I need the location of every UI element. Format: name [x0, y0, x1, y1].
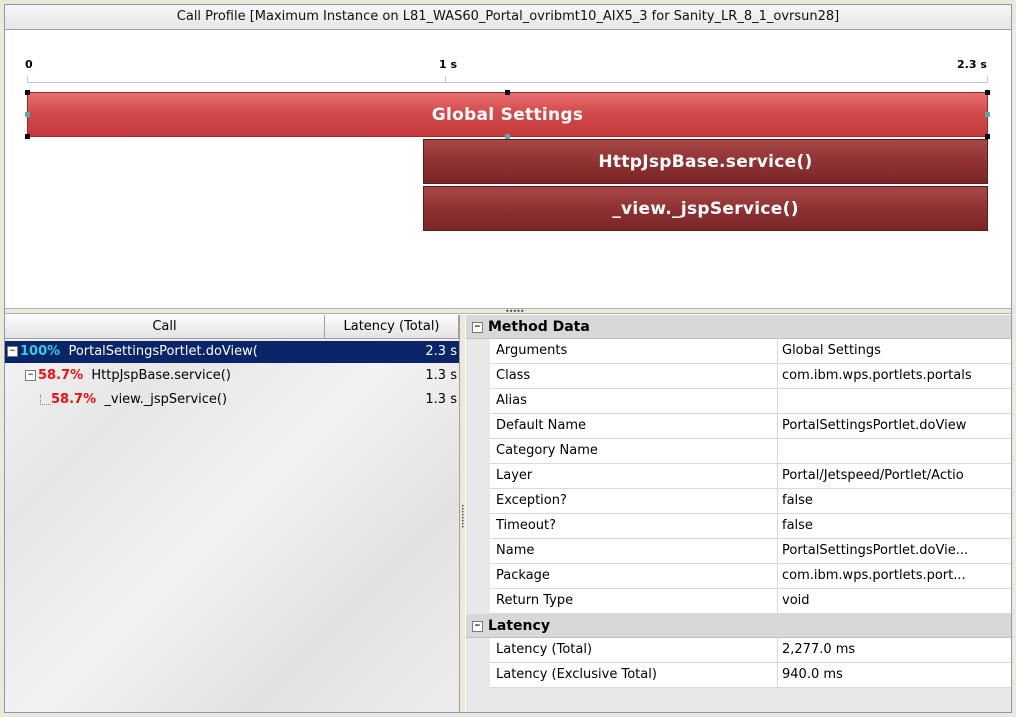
tree-row-name: _view._jspService(): [104, 392, 228, 407]
selection-handle[interactable]: [25, 112, 30, 117]
tree-row-latency: 1.3 s: [425, 392, 457, 407]
axis-mark-end: [987, 76, 988, 83]
column-header-call[interactable]: Call: [5, 315, 325, 339]
tree-row[interactable]: 58.7% _view._jspService() 1.3 s: [5, 389, 459, 411]
property-name: Arguments: [490, 339, 778, 364]
call-tree-panel: Call Latency (Total) −100% PortalSetting…: [5, 315, 460, 712]
property-value[interactable]: 2,277.0 ms: [778, 638, 1011, 663]
property-value[interactable]: [778, 389, 1011, 414]
property-row[interactable]: Layer Portal/Jetspeed/Portlet/Actio: [466, 464, 1011, 489]
property-row[interactable]: Class com.ibm.wps.portlets.portals: [466, 364, 1011, 389]
collapse-icon[interactable]: −: [472, 620, 483, 632]
property-value[interactable]: [778, 439, 1011, 464]
category-label: Latency: [488, 618, 550, 634]
collapse-icon[interactable]: −: [472, 321, 483, 333]
column-header-latency[interactable]: Latency (Total): [325, 315, 459, 339]
selection-handle[interactable]: [985, 112, 990, 117]
property-value[interactable]: com.ibm.wps.portlets.portals: [778, 364, 1011, 389]
property-value[interactable]: Portal/Jetspeed/Portlet/Actio: [778, 464, 1011, 489]
tree-row-latency: 1.3 s: [425, 368, 457, 383]
property-value[interactable]: false: [778, 489, 1011, 514]
property-name: Latency (Exclusive Total): [490, 663, 778, 688]
tick-label-middle: 1 s: [439, 58, 458, 71]
selection-handle[interactable]: [985, 90, 990, 95]
property-value[interactable]: PortalSettingsPortlet.doVie...: [778, 539, 1011, 564]
vertical-splitter[interactable]: • • • • • • • •: [460, 315, 465, 712]
axis-mark-middle: [445, 76, 446, 83]
property-value[interactable]: 940.0 ms: [778, 663, 1011, 688]
property-name: Exception?: [490, 489, 778, 514]
category-method-data[interactable]: − Method Data: [466, 315, 1011, 339]
property-row[interactable]: Package com.ibm.wps.portlets.port...: [466, 564, 1011, 589]
splitter-grip-icon: • • • • • • • •: [461, 503, 465, 531]
property-row[interactable]: Arguments Global Settings: [466, 339, 1011, 364]
tree-row-percent: 58.7%: [51, 392, 97, 407]
selection-handle[interactable]: [25, 134, 30, 139]
property-row[interactable]: Timeout? false: [466, 514, 1011, 539]
selection-handle[interactable]: [505, 90, 510, 95]
tree-connector: [40, 394, 51, 405]
collapse-icon[interactable]: −: [25, 370, 36, 381]
property-row[interactable]: Category Name: [466, 439, 1011, 464]
property-name: Latency (Total): [490, 638, 778, 663]
property-name: Default Name: [490, 414, 778, 439]
property-value[interactable]: false: [778, 514, 1011, 539]
properties-grid: − Method Data Arguments Global Settings Cl…: [466, 315, 1011, 712]
tree-row-percent: 58.7%: [38, 368, 84, 383]
window-title: Call Profile [Maximum Instance on L81_WA…: [5, 5, 1011, 30]
property-name: Category Name: [490, 439, 778, 464]
selection-handle[interactable]: [25, 90, 30, 95]
tree-row-name: HttpJspBase.service(): [91, 368, 231, 383]
property-row[interactable]: Return Type void: [466, 589, 1011, 614]
property-name: Timeout?: [490, 514, 778, 539]
tree-row[interactable]: −58.7% HttpJspBase.service() 1.3 s: [5, 365, 459, 387]
property-name: Name: [490, 539, 778, 564]
property-row[interactable]: Exception? false: [466, 489, 1011, 514]
property-name: Class: [490, 364, 778, 389]
timeline-panel[interactable]: 0 1 s 2.3 s Global Settings HttpJspBase.…: [5, 30, 1011, 308]
tree-row[interactable]: −100% PortalSettingsPortlet.doView( 2.3 …: [5, 341, 459, 363]
property-row[interactable]: Latency (Total) 2,277.0 ms: [466, 638, 1011, 663]
timeline-axis: [27, 82, 987, 83]
tree-row-latency: 2.3 s: [425, 344, 457, 359]
property-value[interactable]: PortalSettingsPortlet.doView: [778, 414, 1011, 439]
splitter-grip-icon: •••••: [505, 307, 525, 316]
property-name: Package: [490, 564, 778, 589]
call-profile-window: Call Profile [Maximum Instance on L81_WA…: [4, 4, 1012, 713]
horizontal-splitter[interactable]: •••••: [5, 307, 1011, 316]
category-latency[interactable]: − Latency: [466, 614, 1011, 638]
property-row[interactable]: Name PortalSettingsPortlet.doVie...: [466, 539, 1011, 564]
timeline-bar-jspservice[interactable]: _view._jspService(): [423, 186, 988, 231]
axis-mark-start: [27, 76, 28, 83]
tick-label-end: 2.3 s: [957, 58, 987, 71]
timeline-bar-httpjspbase[interactable]: HttpJspBase.service(): [423, 139, 988, 184]
property-row[interactable]: Latency (Exclusive Total) 940.0 ms: [466, 663, 1011, 688]
property-name: Alias: [490, 389, 778, 414]
tree-row-percent: 100%: [20, 344, 61, 359]
timeline-bar-global-settings[interactable]: Global Settings: [27, 92, 988, 137]
tree-row-name: PortalSettingsPortlet.doView(: [68, 344, 258, 359]
property-value[interactable]: com.ibm.wps.portlets.port...: [778, 564, 1011, 589]
tick-label-start: 0: [25, 58, 33, 71]
property-name: Return Type: [490, 589, 778, 614]
category-label: Method Data: [488, 319, 590, 335]
property-row[interactable]: Alias: [466, 389, 1011, 414]
property-name: Layer: [490, 464, 778, 489]
property-row[interactable]: Default Name PortalSettingsPortlet.doView: [466, 414, 1011, 439]
property-value[interactable]: void: [778, 589, 1011, 614]
property-value[interactable]: Global Settings: [778, 339, 1011, 364]
collapse-icon[interactable]: −: [7, 346, 18, 357]
